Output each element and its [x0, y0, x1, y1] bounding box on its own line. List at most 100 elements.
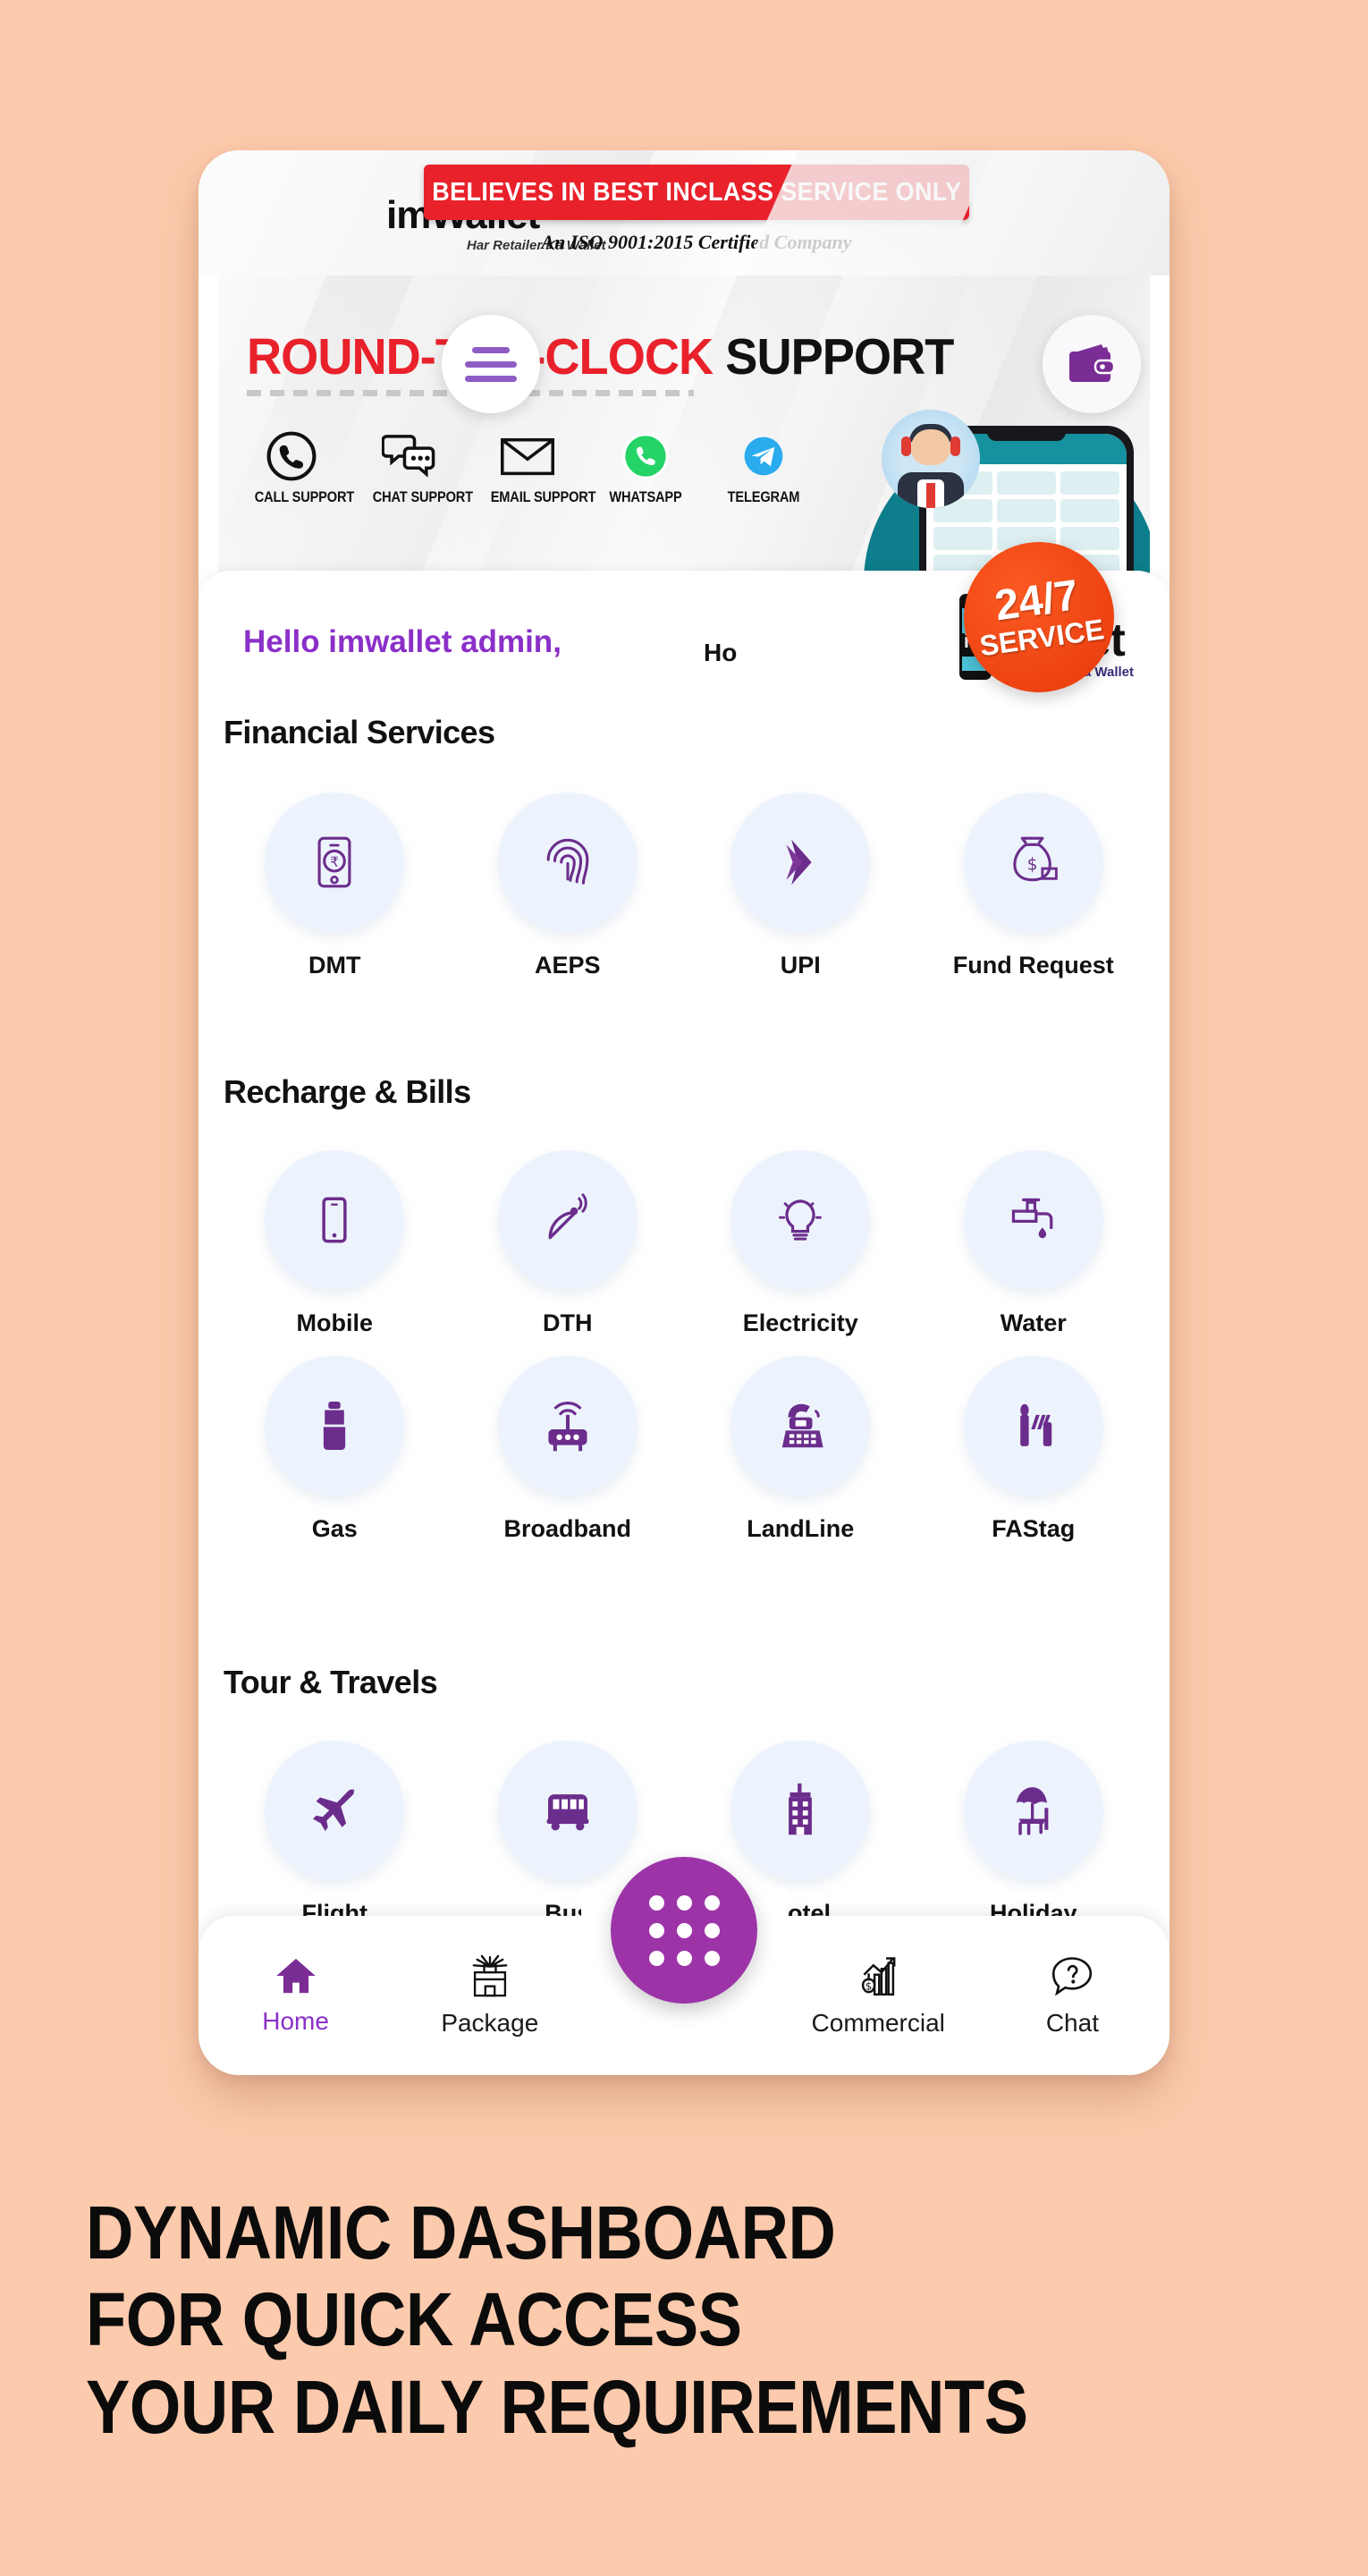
service-label: DMT — [308, 952, 361, 979]
nav-item-home[interactable]: Home — [198, 1955, 393, 2036]
headline-line-1: DYNAMIC DASHBOARD — [86, 2190, 836, 2275]
money-bag-icon: $ — [1013, 836, 1058, 882]
service-label: LandLine — [747, 1515, 855, 1542]
service-tile-mobile[interactable]: Mobile — [218, 1150, 452, 1337]
dashboard-content: Hello imwallet admin, im Wallet Har Reta… — [198, 571, 1170, 2075]
service-tile-dmt[interactable]: ₹ DMT — [218, 792, 452, 979]
phone-notch — [987, 428, 1066, 441]
nav-item-chat[interactable]: Chat — [975, 1953, 1170, 2038]
service-tile-broadband[interactable]: Broadband — [452, 1356, 685, 1543]
fingerprint-icon — [546, 838, 589, 885]
support-agent-avatar — [882, 410, 980, 508]
service-label: AEPS — [534, 952, 601, 979]
poster-headline: DYNAMIC DASHBOARD FOR QUICK ACCESS YOUR … — [86, 2190, 1140, 2451]
service-tile-gas[interactable]: Gas — [218, 1356, 452, 1543]
service-label: FAStag — [992, 1515, 1076, 1542]
chat-bubbles-icon — [382, 435, 435, 478]
greeting-text: Hello imwallet admin, — [243, 624, 562, 659]
bottom-navigation: Home Package $ Commercial Chat — [198, 1857, 1170, 2075]
water-tap-icon — [1011, 1198, 1053, 1239]
envelope-icon — [500, 437, 555, 476]
service-tile-fund-request[interactable]: $ Fund Request — [917, 792, 1151, 979]
service-tile-fastag[interactable]: FAStag — [917, 1356, 1151, 1543]
section-title-tour: Tour & Travels — [224, 1664, 438, 1700]
wallet-button[interactable] — [1043, 315, 1141, 413]
wifi-router-icon — [548, 1402, 587, 1452]
phone-circle-icon — [266, 431, 317, 481]
home-icon — [275, 1958, 316, 1994]
support-label: WHATSAPP — [609, 488, 682, 505]
whatsapp-icon — [622, 433, 669, 479]
service-tile-flight[interactable]: Flight — [218, 1741, 452, 1928]
service-tile-landline[interactable]: LandLine — [684, 1356, 917, 1543]
nav-label: Commercial — [811, 2009, 945, 2037]
telegram-icon — [744, 436, 783, 476]
service-label: Broadband — [503, 1515, 631, 1542]
service-label: Electricity — [742, 1309, 858, 1336]
phone-mockup: imWallet Har Retailer Ka Wallet BELIEVES… — [198, 150, 1170, 2075]
hamburger-menu-button[interactable] — [442, 315, 540, 413]
iso-certification-text: An ISO 9001:2015 Certified Company — [541, 231, 852, 253]
service-label: DTH — [543, 1309, 593, 1336]
headline-line-2: FOR QUICK ACCESS — [86, 2277, 742, 2362]
service-label: UPI — [780, 952, 821, 979]
service-label: Mobile — [296, 1309, 374, 1336]
service-tile-electricity[interactable]: Electricity — [684, 1150, 917, 1337]
service-tile-upi[interactable]: UPI — [684, 792, 917, 979]
recharge-grid-row1: Mobile DTH Electricity Water — [218, 1150, 1150, 1337]
airplane-icon — [313, 1788, 356, 1832]
service-tile-holiday[interactable]: Holiday — [917, 1741, 1151, 1928]
promo-title-black: SUPPORT — [713, 328, 954, 386]
headline-line-3: YOUR DAILY REQUIREMENTS — [86, 2364, 1028, 2449]
bus-icon — [546, 1794, 589, 1831]
wallet-icon — [1069, 344, 1116, 382]
gift-package-icon — [472, 1954, 508, 1997]
service-label: Fund Request — [952, 952, 1114, 979]
nav-item-package[interactable]: Package — [393, 1953, 587, 2038]
building-icon — [789, 1783, 813, 1835]
apps-grid-fab-button[interactable] — [611, 1857, 757, 2004]
support-item[interactable]: WHATSAPP — [603, 424, 688, 506]
service-label: Gas — [311, 1515, 358, 1542]
support-label: TELEGRAM — [727, 488, 800, 505]
financial-services-grid: ₹ DMT AEPS UPI $ Fund Request — [218, 792, 1150, 979]
section-title-recharge: Recharge & Bills — [224, 1073, 471, 1110]
poster-root: imWallet Har Retailer Ka Wallet BELIEVES… — [0, 0, 1368, 2576]
support-item[interactable]: TELEGRAM — [721, 424, 806, 506]
light-bulb-icon — [779, 1199, 823, 1241]
section-title-financial: Financial Services — [224, 714, 495, 750]
upi-arrow-icon — [786, 839, 812, 886]
promo-banner: ROUND-THE-CLOCK SUPPORT CALL SUPPORT — [218, 275, 1150, 576]
landline-phone-icon — [782, 1403, 823, 1448]
service-tile-aeps[interactable]: AEPS — [452, 792, 685, 979]
svg-text:$: $ — [866, 1980, 872, 1993]
svg-text:₹: ₹ — [330, 854, 339, 870]
mobile-rupee-icon: ₹ — [317, 836, 351, 888]
service-label: Water — [1000, 1309, 1067, 1336]
question-chat-icon — [1052, 1957, 1093, 1996]
service-tile-dth[interactable]: DTH — [452, 1150, 685, 1337]
support-label: EMAIL SUPPORT — [490, 488, 596, 505]
support-label: CALL SUPPORT — [254, 488, 355, 505]
marquee-text: BELIEVES IN BEST INCLASS SERVICE ONLY — [431, 177, 962, 207]
support-item[interactable]: EMAIL SUPPORT — [485, 424, 596, 506]
support-item[interactable]: CALL SUPPORT — [249, 424, 355, 506]
beach-umbrella-icon — [1016, 1787, 1049, 1835]
support-label: CHAT SUPPORT — [372, 488, 473, 505]
service-tile-water[interactable]: Water — [917, 1150, 1151, 1337]
hamburger-menu-icon — [472, 346, 510, 353]
support-item[interactable]: CHAT SUPPORT — [367, 424, 473, 506]
toll-barrier-icon — [1019, 1403, 1051, 1446]
bar-chart-icon: $ — [862, 1957, 896, 1996]
support-channels: CALL SUPPORT CHAT SUPPORT EMAIL SUPPORT … — [249, 424, 806, 506]
promo-title: ROUND-THE-CLOCK SUPPORT — [247, 327, 954, 386]
obscured-hotel-label: Ho — [704, 639, 738, 666]
nav-label: Home — [262, 2007, 329, 2035]
nav-label: Package — [441, 2009, 539, 2037]
nav-item-commercial[interactable]: $ Commercial — [781, 1953, 975, 2038]
satellite-dish-icon — [548, 1193, 587, 1240]
apps-grid-icon — [648, 1894, 664, 1911]
nav-label: Chat — [1045, 2009, 1099, 2037]
smartphone-icon — [322, 1197, 347, 1243]
marquee-banner: BELIEVES IN BEST INCLASS SERVICE ONLY — [424, 165, 969, 220]
